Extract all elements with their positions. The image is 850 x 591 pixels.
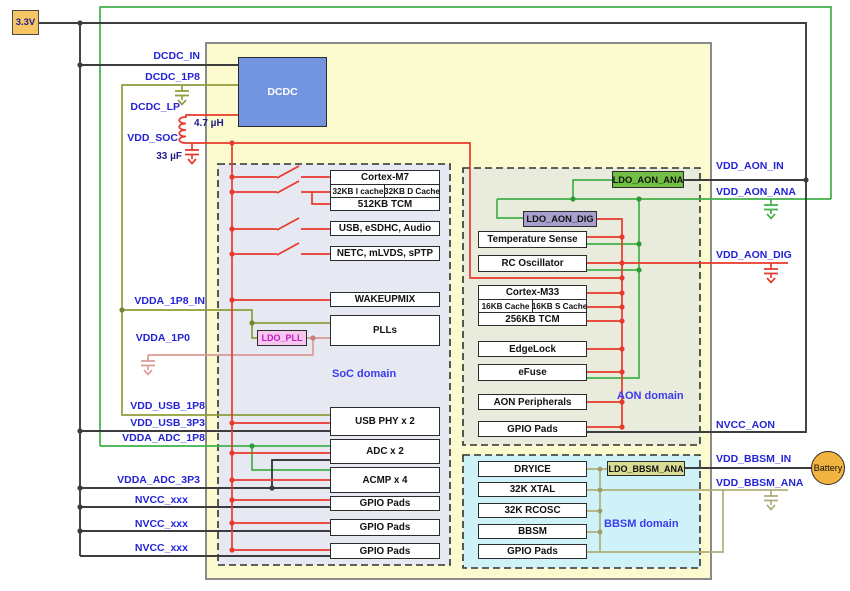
pin-label-vdd-soc: VDD_SOC [90, 132, 178, 144]
pin-label-vdda-1p0: VDDA_1P0 [105, 332, 190, 344]
block-bbsm: BBSM [478, 524, 587, 539]
pin-label-vdd-usb-1p8: VDD_USB_1P8 [105, 400, 205, 412]
block-plls: PLLs [330, 315, 440, 346]
battery: Battery [811, 451, 845, 485]
battery-label: Battery [814, 463, 843, 473]
pin-label-nvcc-aon: NVCC_AON [716, 419, 775, 431]
supply-3v3-box: 3.3V [12, 10, 39, 35]
bbsm-domain-label: BBSM domain [604, 518, 679, 530]
pin-label-nvcc-2: NVCC_xxx [100, 518, 188, 530]
pin-label-dcdc-in: DCDC_IN [100, 50, 200, 62]
block-soc-gpio-pads-1: GPIO Pads [330, 496, 440, 511]
block-dcache: 32KB D Cache [384, 184, 440, 198]
block-efuse: eFuse [478, 364, 587, 381]
aon-domain-label: AON domain [617, 390, 684, 402]
block-16kb-cache: 16KB Cache [478, 299, 533, 313]
block-dryice: DRYICE [478, 461, 587, 477]
bulk-cap-value-label: 33 µF [117, 151, 182, 162]
block-temperature-sense: Temperature Sense [478, 231, 587, 248]
pin-label-nvcc-1: NVCC_xxx [100, 494, 188, 506]
pin-label-vdda-adc-1p8: VDDA_ADC_1P8 [100, 432, 205, 444]
pin-label-vdd-bbsm-in: VDD_BBSM_IN [716, 453, 791, 465]
block-ldo-bbsm-ana: LDO_BBSM_ANA [607, 461, 685, 476]
block-bbsm-gpio-pads: GPIO Pads [478, 544, 587, 559]
block-32k-xtal: 32K XTAL [478, 482, 587, 497]
soc-domain-label: SoC domain [332, 368, 396, 380]
block-aon-gpio-pads: GPIO Pads [478, 421, 587, 437]
block-ldo-pll: LDO_PLL [257, 330, 307, 346]
pin-label-vdd-aon-dig: VDD_AON_DIG [716, 249, 792, 261]
pin-label-vdda-adc-3p3: VDDA_ADC_3P3 [100, 474, 200, 486]
block-rc-oscillator: RC Oscillator [478, 255, 587, 272]
block-ldo-aon-ana: LDO_AON_ANA [612, 171, 684, 188]
block-512kb-tcm: 512KB TCM [330, 197, 440, 211]
block-soc-gpio-pads-2: GPIO Pads [330, 519, 440, 536]
pin-label-dcdc-1p8: DCDC_1P8 [100, 71, 200, 83]
block-netc-mlvds-sptp: NETC, mLVDS, sPTP [330, 246, 440, 261]
block-cortex-m7: Cortex-M7 [330, 170, 440, 185]
block-cortex-m33: Cortex-M33 [478, 285, 587, 300]
block-256kb-tcm: 256KB TCM [478, 312, 587, 326]
block-usb-esdhc-audio: USB, eSDHC, Audio [330, 221, 440, 236]
pin-label-nvcc-3: NVCC_xxx [100, 542, 188, 554]
pin-label-dcdc-lp: DCDC_LP [95, 101, 180, 113]
power-architecture-diagram: 3.3V Battery DCDC 4.7 µH 33 µF DCDC_IN D… [0, 0, 850, 591]
block-32k-rcosc: 32K RCOSC [478, 503, 587, 518]
inductor-value-label: 4.7 µH [194, 118, 224, 129]
pin-label-vdd-bbsm-ana: VDD_BBSM_ANA [716, 477, 804, 489]
supply-3v3-label: 3.3V [16, 17, 36, 28]
pin-label-vdda-1p8-in: VDDA_1P8_IN [105, 295, 205, 307]
block-edgelock: EdgeLock [478, 341, 587, 357]
block-icache: 32KB I cache [330, 184, 386, 198]
block-adc: ADC x 2 [330, 439, 440, 464]
block-acmp: ACMP x 4 [330, 467, 440, 493]
block-soc-gpio-pads-3: GPIO Pads [330, 543, 440, 559]
dcdc-label: DCDC [267, 86, 297, 98]
block-ldo-aon-dig: LDO_AON_DIG [523, 211, 597, 227]
pin-label-vdd-aon-ana: VDD_AON_ANA [716, 186, 796, 198]
block-dcdc: DCDC [238, 57, 327, 127]
block-usb-phy: USB PHY x 2 [330, 407, 440, 436]
block-aon-peripherals: AON Peripherals [478, 394, 587, 410]
block-16kb-s-cache: 16KB S Cache [532, 299, 587, 313]
block-wakeupmix: WAKEUPMIX [330, 292, 440, 307]
pin-label-vdd-aon-in: VDD_AON_IN [716, 160, 784, 172]
pin-label-vdd-usb-3p3: VDD_USB_3P3 [105, 417, 205, 429]
